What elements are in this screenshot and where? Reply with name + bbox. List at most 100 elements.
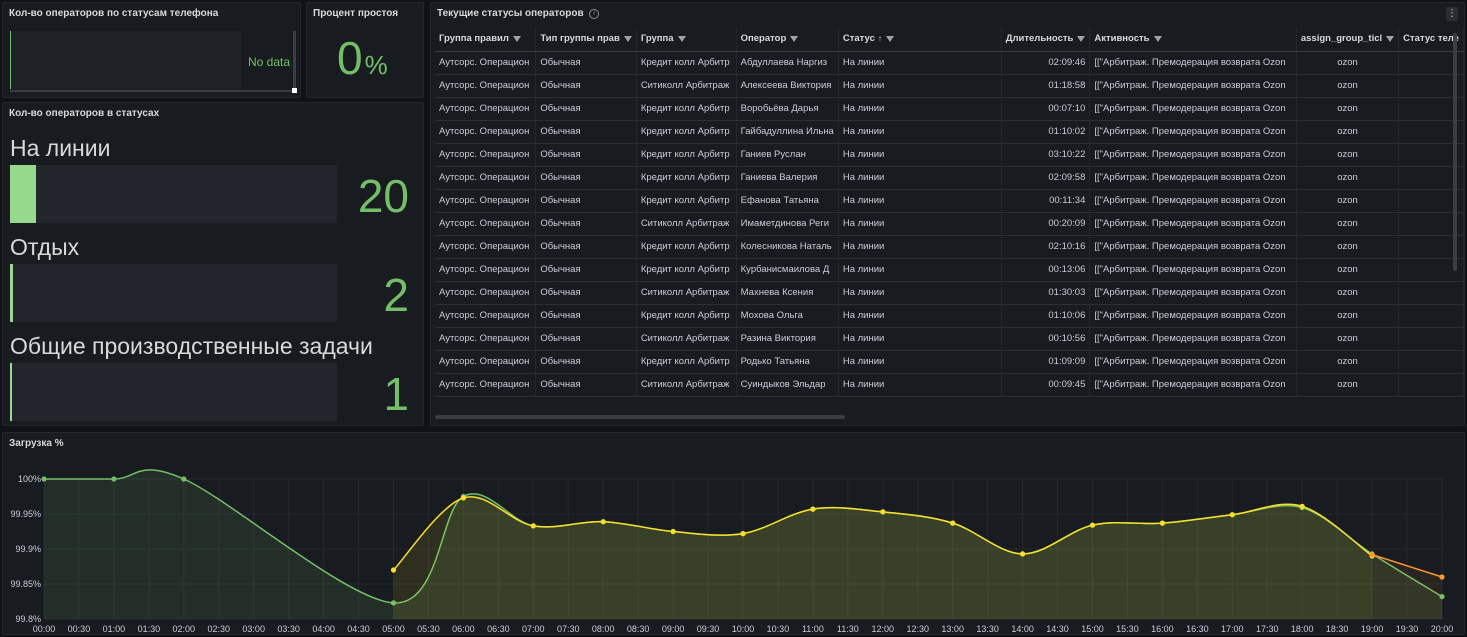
filter-icon[interactable] <box>623 35 632 42</box>
table-row[interactable]: Аутсорс. Операцион Обычная Кредит колл Арб… <box>435 258 1464 282</box>
table-cell: На линии <box>838 189 1002 213</box>
column-header[interactable]: assign_group_ticl <box>1296 27 1400 52</box>
horizontal-scrollbar[interactable] <box>435 415 845 419</box>
table-cell: Ситиколл Арбитраж <box>636 327 737 351</box>
table-cell: Ганиев Руслан <box>736 143 839 167</box>
table-row[interactable]: Аутсорс. Операцион Обычная Кредит колл Арб… <box>435 235 1464 259</box>
column-header-label: Оператор <box>740 33 787 45</box>
column-header[interactable]: Активность <box>1089 27 1297 52</box>
filter-icon[interactable] <box>1386 35 1395 42</box>
table-row[interactable]: Аутсорс. Операцион Обычная Кредит колл Арб… <box>435 97 1464 121</box>
table-row[interactable]: Аутсорс. Операцион Обычная Ситиколл Арбитр… <box>435 212 1464 236</box>
column-header[interactable]: Длительность <box>1001 27 1091 52</box>
table-cell: Ситиколл Арбитраж <box>636 281 737 305</box>
table-row[interactable]: Аутсорс. Операцион Обычная Ситиколл Арбитр… <box>435 281 1464 305</box>
table-cell: 02:09:46 <box>1001 51 1091 75</box>
status-label: На линии <box>10 135 111 161</box>
table-cell: На линии <box>838 51 1002 75</box>
x-tick-label: 01:30 <box>138 624 161 634</box>
table-cell: ozon <box>1296 350 1400 374</box>
x-tick-label: 10:00 <box>732 624 755 634</box>
data-point[interactable] <box>600 519 606 525</box>
table-cell: Обычная <box>535 373 637 397</box>
filter-icon[interactable] <box>885 35 894 42</box>
filter-icon[interactable] <box>677 35 686 42</box>
filter-icon[interactable] <box>512 35 521 42</box>
table-cell: 00:20:09 <box>1001 212 1091 236</box>
x-tick-label: 14:30 <box>1046 624 1069 634</box>
x-tick-label: 09:30 <box>697 624 720 634</box>
data-point[interactable] <box>41 476 47 482</box>
x-tick-label: 03:00 <box>242 624 265 634</box>
sort-asc-icon[interactable]: ↑ <box>878 34 882 43</box>
data-point[interactable] <box>1229 512 1235 518</box>
table-cell: Аутсорс. Операцион <box>435 212 537 236</box>
column-header[interactable]: Группа правил <box>435 27 537 52</box>
data-point[interactable] <box>1299 503 1305 509</box>
no-data-label: No data <box>248 55 291 69</box>
table-cell: 01:30:03 <box>1001 281 1091 305</box>
column-header[interactable]: Статус ↑ <box>838 27 1002 52</box>
filter-icon[interactable] <box>1153 35 1162 42</box>
phone-status-panel: Кол-во операторов по статусам телефона N… <box>2 2 301 98</box>
y-tick-label: 100% <box>18 474 41 484</box>
data-point[interactable] <box>670 528 676 535</box>
data-point[interactable] <box>111 476 117 482</box>
table-row[interactable]: Аутсорс. Операцион Обычная Кредит колл Арб… <box>435 189 1464 213</box>
table-row[interactable]: Аутсорс. Операцион Обычная Кредит колл Арб… <box>435 143 1464 167</box>
data-point[interactable] <box>1089 522 1096 528</box>
data-point[interactable] <box>740 531 746 537</box>
table-cell: Аутсорс. Операцион <box>435 120 537 144</box>
table-cell: На линии <box>838 373 1002 397</box>
vertical-scrollbar[interactable] <box>1453 33 1457 271</box>
data-point[interactable] <box>181 476 187 482</box>
x-tick-label: 18:00 <box>1291 624 1314 634</box>
data-point[interactable] <box>1020 551 1026 557</box>
table-cell: Кредит колл Арбитр <box>636 51 737 75</box>
table-row[interactable]: Аутсорс. Операцион Обычная Кредит колл Арб… <box>435 51 1464 75</box>
data-point[interactable] <box>880 509 886 515</box>
table-cell: ozon <box>1296 304 1400 328</box>
table-cell: ozon <box>1296 235 1400 259</box>
panel-menu-icon[interactable]: ⋮ <box>1446 7 1458 21</box>
column-header[interactable]: Тип группы прав <box>535 27 637 52</box>
data-point[interactable] <box>530 523 536 529</box>
table-cell: ozon <box>1296 120 1400 144</box>
table-row[interactable]: Аутсорс. Операцион Обычная Кредит колл Арб… <box>435 166 1464 190</box>
x-tick-label: 18:30 <box>1326 624 1349 634</box>
x-tick-label: 19:00 <box>1361 624 1384 634</box>
filter-icon[interactable] <box>1077 35 1086 42</box>
data-point[interactable] <box>390 567 397 573</box>
load-panel: Загрузка % 100% 99.95% 99.9% 99.85% 99.8% 00:… <box>2 432 1465 635</box>
table-cell: Обычная <box>535 97 637 121</box>
x-tick-label: 17:00 <box>1221 624 1244 634</box>
data-point[interactable] <box>1369 552 1375 558</box>
resize-handle[interactable] <box>292 88 297 93</box>
vertical-scrollbar[interactable] <box>293 31 296 91</box>
table-cell: [["Арбитраж. Премодерация возврата Ozon <box>1089 166 1297 190</box>
table-row[interactable]: Аутсорс. Операцион Обычная Кредит колл Арб… <box>435 304 1464 328</box>
x-tick-label: 03:30 <box>277 624 300 634</box>
data-point[interactable] <box>460 495 466 501</box>
table-cell: ozon <box>1296 143 1400 167</box>
data-point[interactable] <box>1439 574 1445 580</box>
column-header[interactable]: Оператор <box>736 27 839 52</box>
data-point[interactable] <box>950 520 956 526</box>
table-row[interactable]: Аутсорс. Операцион Обычная Кредит колл Арб… <box>435 350 1464 374</box>
data-point[interactable] <box>1159 520 1165 526</box>
table-row[interactable]: Аутсорс. Операцион Обычная Ситиколл Арбитр… <box>435 373 1464 397</box>
table-cell <box>1398 373 1464 397</box>
info-icon[interactable]: i <box>589 9 599 19</box>
column-header-label: Тип группы прав <box>540 33 620 45</box>
table-row[interactable]: Аутсорс. Операцион Обычная Ситиколл Арбитр… <box>435 74 1464 98</box>
status-value: 20 <box>357 170 409 222</box>
table-cell: 01:10:02 <box>1001 120 1091 144</box>
filter-icon[interactable] <box>790 35 799 42</box>
table-row[interactable]: Аутсорс. Операцион Обычная Ситиколл Арбитр… <box>435 327 1464 351</box>
column-header[interactable]: Группа <box>636 27 737 52</box>
table-cell: ozon <box>1296 51 1400 75</box>
horizontal-scrollbar[interactable] <box>10 90 293 92</box>
status-bar-track <box>10 264 337 322</box>
data-point[interactable] <box>810 506 816 512</box>
table-row[interactable]: Аутсорс. Операцион Обычная Кредит колл Арб… <box>435 120 1464 144</box>
